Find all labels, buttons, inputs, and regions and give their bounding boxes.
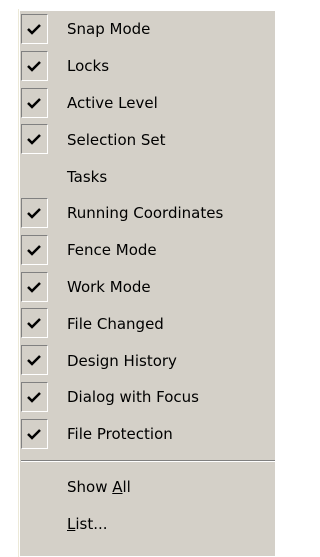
menu-item-active-level[interactable]: Active Level — [20, 85, 275, 122]
check-icon — [27, 318, 41, 330]
menu-item-label: Tasks — [67, 167, 108, 186]
menu-item-work-mode[interactable]: Work Mode — [20, 269, 275, 306]
check-box-design-history — [21, 345, 48, 376]
menu-item-label: List... — [67, 515, 108, 533]
menu-item-label: Active Level — [67, 93, 158, 112]
menu-item-design-history[interactable]: Design History — [20, 342, 275, 379]
check-box-work-mode — [21, 271, 48, 302]
menu-item-file-protection[interactable]: File Protection — [20, 416, 275, 453]
menu-item-selection-set[interactable]: Selection Set — [20, 121, 275, 158]
check-box-dialog-with-focus — [21, 381, 48, 412]
menu-item-label: Running Coordinates — [67, 204, 224, 223]
menu-item-label: Work Mode — [67, 277, 151, 296]
menu-item-dialog-with-focus[interactable]: Dialog with Focus — [20, 379, 275, 416]
menu-item-label: Snap Mode — [67, 20, 151, 39]
check-icon — [27, 244, 41, 256]
menu-item-label: File Protection — [67, 425, 173, 444]
menu-item-label: Design History — [67, 351, 177, 370]
menu-item-file-changed[interactable]: File Changed — [20, 305, 275, 342]
check-box-locks — [21, 50, 48, 81]
check-icon — [27, 392, 41, 403]
check-box-running-coordinates — [21, 197, 48, 228]
menu-item-label: File Changed — [67, 314, 164, 333]
menu-item-fence-mode[interactable]: Fence Mode — [20, 232, 275, 269]
menu-item-label: Dialog with Focus — [67, 388, 199, 407]
menu-item-list[interactable]: List... — [20, 505, 275, 542]
check-icon — [27, 134, 41, 146]
status-bar-context-menu: Snap Mode Locks Active Level Selection S… — [18, 9, 275, 557]
check-icon — [27, 60, 41, 72]
menu-item-label: Locks — [67, 57, 110, 76]
check-icon — [27, 97, 41, 109]
check-box-file-changed — [21, 308, 48, 339]
separator-line — [21, 459, 275, 462]
menu-item-locks[interactable]: Locks — [20, 48, 275, 85]
check-icon — [27, 208, 41, 219]
menu-item-snap-mode[interactable]: Snap Mode — [20, 11, 275, 48]
check-box-selection-set — [21, 124, 48, 155]
menu-item-label: Fence Mode — [67, 241, 157, 260]
show-all-suffix: ll — [122, 477, 131, 496]
check-icon — [27, 281, 41, 293]
menu-item-show-all[interactable]: Show All — [20, 469, 275, 506]
check-box-file-protection — [21, 418, 48, 449]
list-suffix: ist... — [75, 514, 108, 533]
check-box-snap-mode — [21, 14, 48, 44]
menu-item-running-coordinates[interactable]: Running Coordinates — [20, 195, 275, 232]
check-box-active-level — [21, 87, 48, 118]
menu-item-tasks[interactable]: Tasks — [20, 158, 275, 195]
check-icon — [27, 24, 41, 35]
menu-item-label: Selection Set — [67, 130, 166, 149]
menu-separator — [20, 453, 275, 469]
check-icon — [27, 428, 41, 440]
show-all-prefix: Show — [67, 477, 113, 496]
check-box-fence-mode — [21, 234, 48, 265]
menu-item-label: Show All — [67, 478, 131, 496]
show-all-mnemonic: A — [112, 477, 123, 496]
check-icon — [27, 355, 41, 366]
